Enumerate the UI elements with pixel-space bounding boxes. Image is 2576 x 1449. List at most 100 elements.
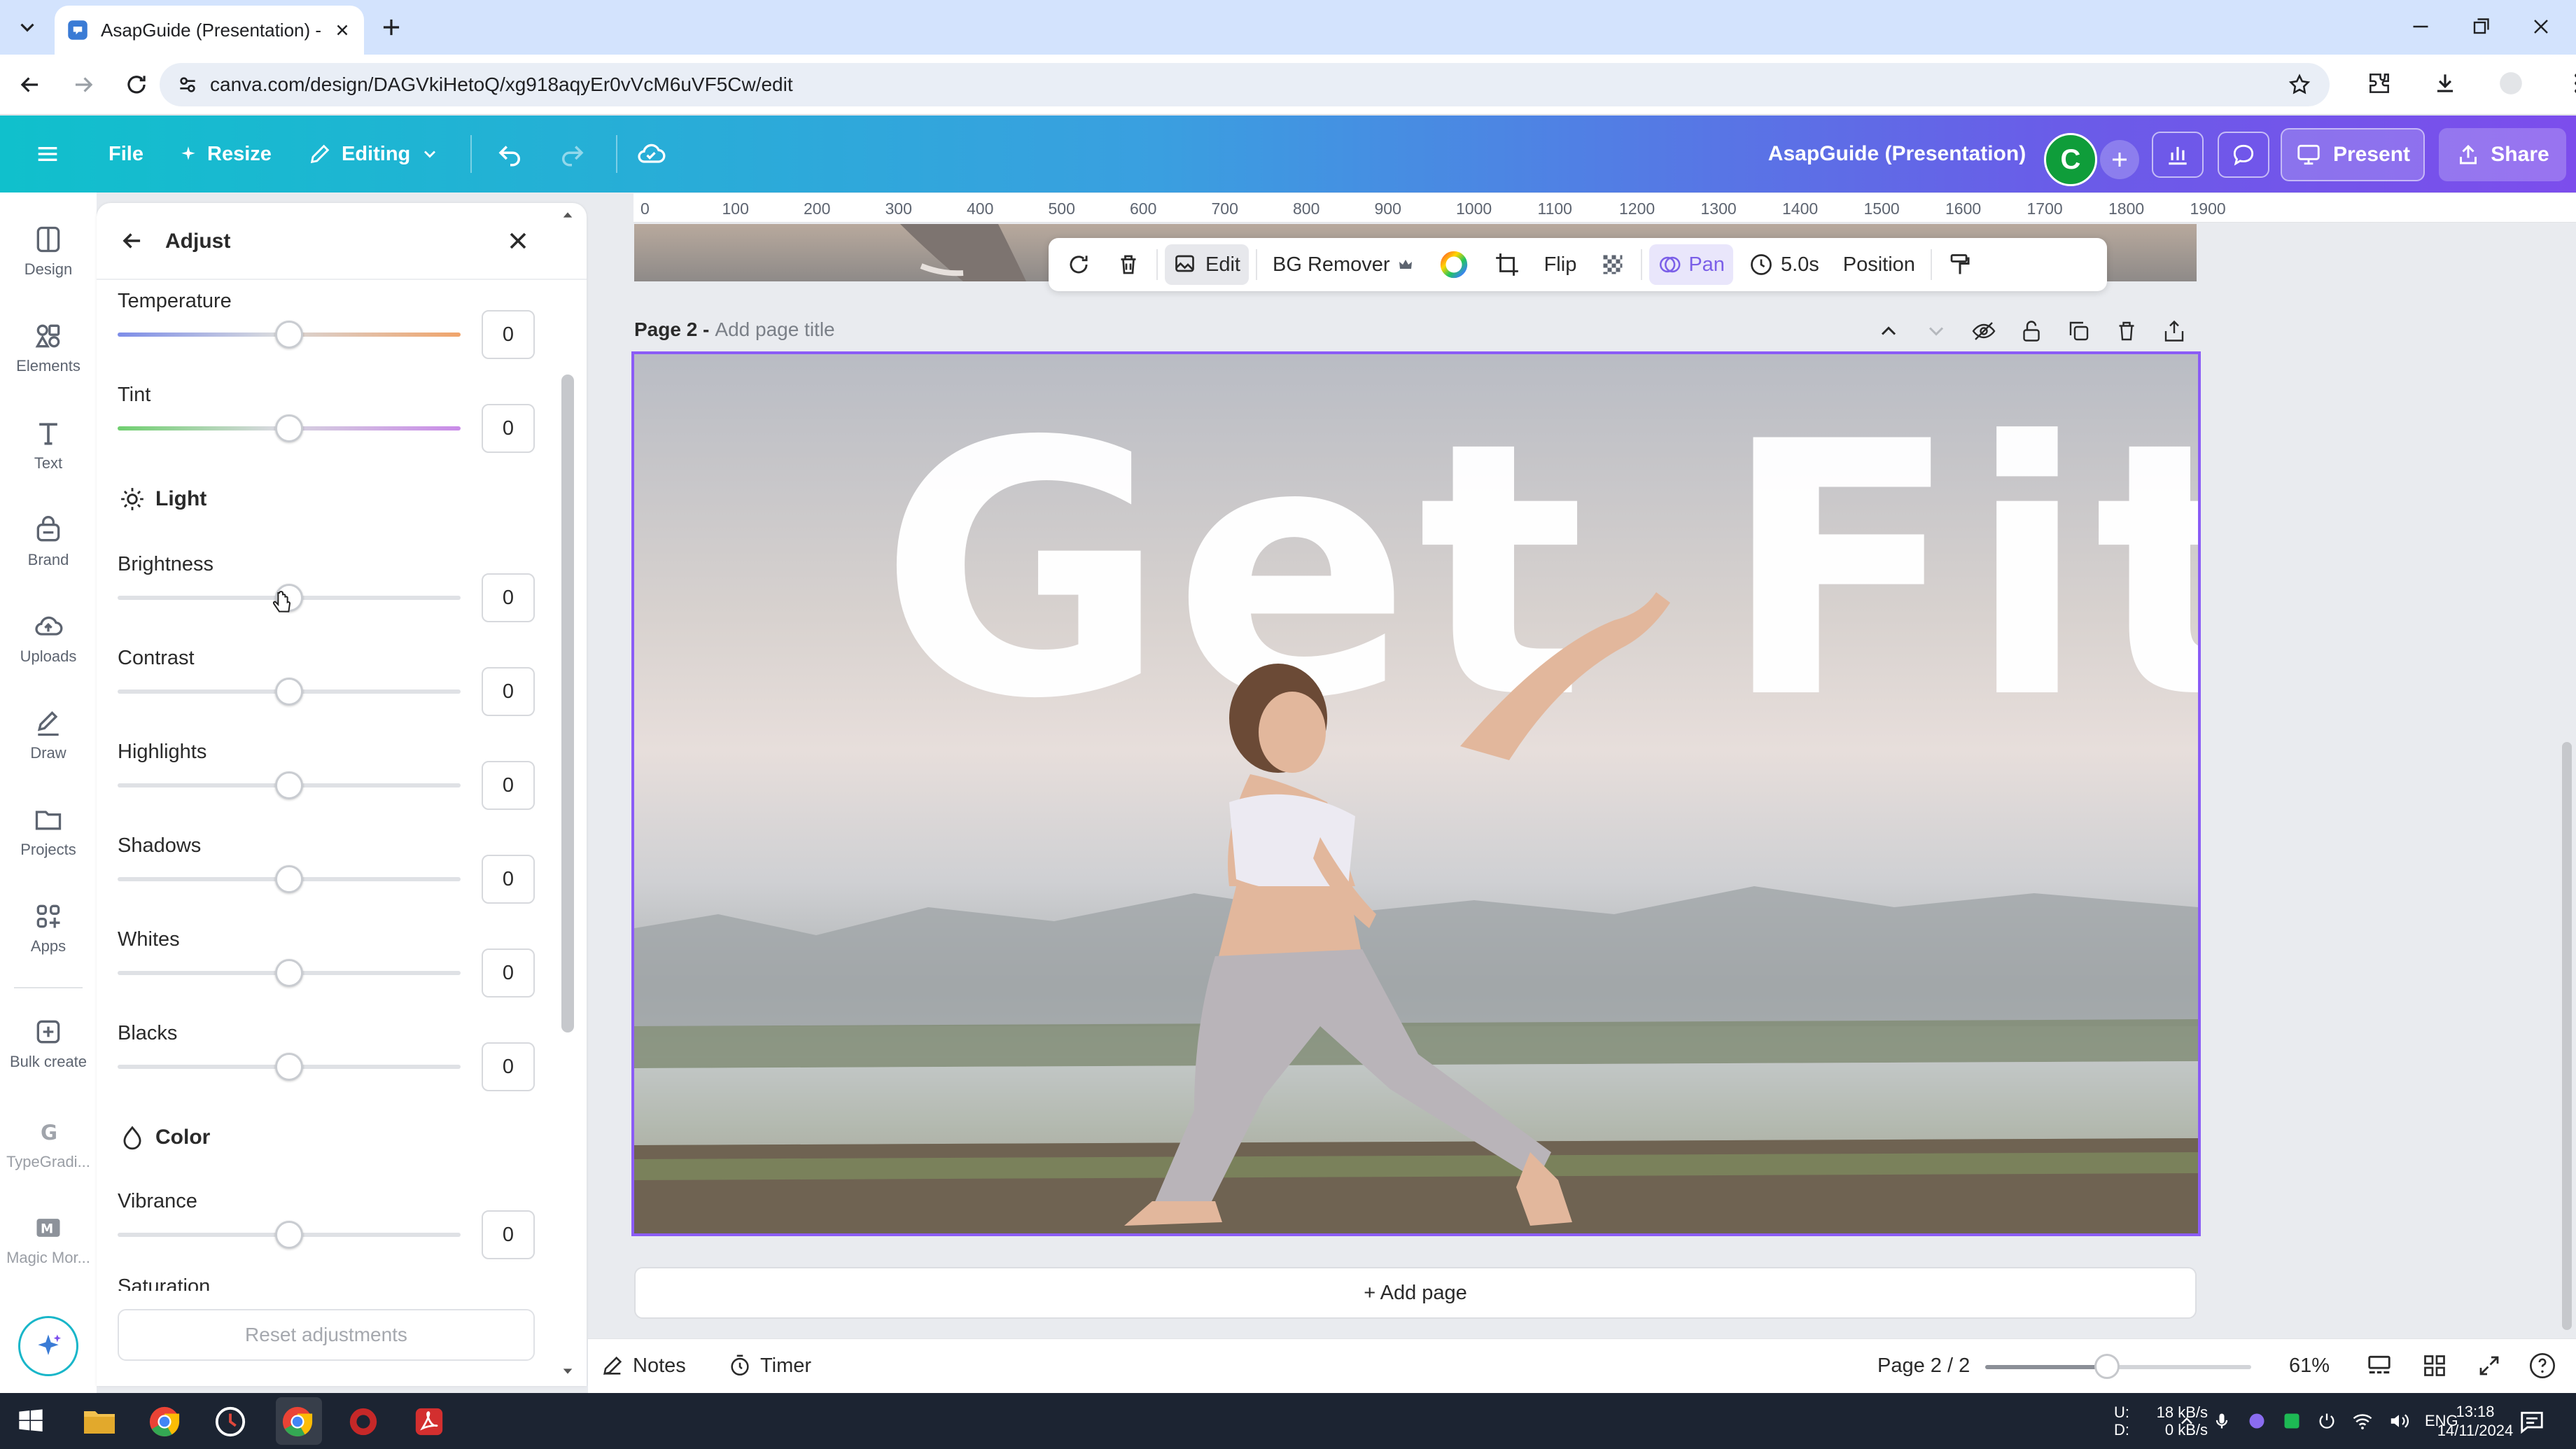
grid-view-button[interactable] [2422, 1338, 2447, 1393]
page-indicator[interactable]: Page 2 / 2 [1877, 1338, 1970, 1393]
page-title-input[interactable]: Add page title [715, 318, 834, 341]
tray-green-app-icon[interactable] [2282, 1411, 2302, 1431]
present-button[interactable]: Present [2281, 128, 2425, 181]
file-menu-button[interactable]: File [108, 115, 144, 192]
minimize-icon[interactable] [2408, 14, 2433, 39]
panel-close-button[interactable] [504, 227, 532, 255]
bg-remover-button[interactable]: BG Remover [1264, 244, 1422, 285]
wifi-icon[interactable] [2352, 1410, 2373, 1432]
slider-handle[interactable] [275, 1053, 303, 1081]
tray-app-icon[interactable] [2247, 1411, 2267, 1431]
reload-icon[interactable] [123, 71, 150, 98]
rail-item-elements[interactable]: Elements [0, 321, 97, 375]
hide-page-button[interactable] [1971, 318, 1996, 344]
rail-item-design[interactable]: Design [0, 224, 97, 279]
slider-handle[interactable] [275, 321, 303, 349]
rail-item-magic-morph[interactable]: M Magic Mor... [0, 1212, 97, 1267]
panel-back-button[interactable] [119, 227, 146, 254]
redo-button[interactable] [557, 115, 587, 192]
delete-button[interactable] [1107, 244, 1149, 285]
rail-item-brand[interactable]: Brand [0, 514, 97, 569]
cloud-save-button[interactable] [636, 115, 666, 192]
invite-button[interactable] [2100, 140, 2139, 179]
panel-scrollbar[interactable] [561, 374, 574, 1032]
clock-app-icon[interactable] [214, 1406, 246, 1438]
restore-icon[interactable] [2468, 14, 2493, 39]
slider-value-input[interactable]: 0 [482, 404, 535, 453]
color-picker-button[interactable] [1429, 244, 1478, 285]
extensions-icon[interactable] [2366, 70, 2393, 97]
notifications-icon[interactable] [2519, 1408, 2545, 1435]
slider-value-input[interactable]: 0 [482, 310, 535, 359]
url-bar[interactable]: canva.com/design/DAGVkiHetoQ/xg918aqyEr0… [160, 63, 2330, 106]
slider-handle[interactable] [275, 959, 303, 987]
scroll-down-icon[interactable] [560, 1365, 575, 1378]
slider-handle[interactable] [275, 678, 303, 706]
windows-start-icon[interactable] [17, 1407, 45, 1435]
slider-value-input[interactable]: 0 [482, 948, 535, 997]
bookmark-star-icon[interactable] [2288, 73, 2311, 97]
resize-button[interactable]: Resize [179, 115, 272, 192]
rail-item-projects[interactable]: Projects [0, 804, 97, 859]
slider-value-input[interactable]: 0 [482, 855, 535, 904]
microphone-icon[interactable] [2212, 1411, 2232, 1431]
forward-icon[interactable] [70, 71, 97, 98]
slider-handle[interactable] [275, 771, 303, 799]
comments-button[interactable] [2218, 132, 2269, 178]
chrome-icon[interactable] [148, 1406, 181, 1438]
site-info-icon[interactable] [176, 74, 199, 96]
replace-button[interactable] [1057, 244, 1100, 285]
zoom-slider-handle[interactable] [2094, 1354, 2120, 1379]
new-tab-icon[interactable] [378, 14, 405, 41]
delete-page-button[interactable] [2114, 318, 2139, 344]
browser-tab[interactable]: AsapGuide (Presentation) - Pre [55, 6, 364, 55]
notes-button[interactable]: Notes [601, 1338, 686, 1393]
duration-button[interactable]: 5.0s [1740, 244, 1828, 285]
volume-icon[interactable] [2388, 1410, 2409, 1432]
reset-adjustments-button[interactable]: Reset adjustments [118, 1309, 535, 1361]
slider-handle[interactable] [275, 414, 303, 442]
flip-button[interactable]: Flip [1536, 244, 1586, 285]
slider-value-input[interactable]: 0 [482, 1210, 535, 1259]
chrome-active-icon[interactable] [281, 1406, 314, 1438]
acrobat-icon[interactable] [413, 1406, 445, 1438]
main-menu-button[interactable] [34, 115, 62, 192]
undo-button[interactable] [496, 115, 525, 192]
tab-close-icon[interactable] [333, 21, 351, 39]
rail-item-bulk-create[interactable]: Bulk create [0, 1016, 97, 1071]
add-page-button[interactable]: + Add page [634, 1267, 2197, 1319]
slider-value-input[interactable]: 0 [482, 667, 535, 716]
pan-button[interactable]: Pan [1649, 244, 1733, 285]
profile-icon[interactable] [2498, 70, 2524, 97]
fullscreen-button[interactable] [2477, 1338, 2502, 1393]
back-icon[interactable] [17, 71, 43, 98]
magic-assistant-button[interactable] [18, 1316, 78, 1376]
tab-search-icon[interactable] [15, 15, 39, 39]
rail-item-typegradient[interactable]: G TypeGradi... [0, 1116, 97, 1171]
add-page-after-button[interactable] [2162, 318, 2187, 344]
help-button[interactable] [2528, 1338, 2556, 1393]
lock-page-button[interactable] [2019, 318, 2044, 344]
design-title[interactable]: AsapGuide (Presentation) [1722, 115, 2072, 192]
downloads-icon[interactable] [2432, 70, 2458, 97]
recorder-icon[interactable] [347, 1406, 379, 1438]
canvas-scrollbar[interactable] [2562, 742, 2572, 1330]
avatar[interactable]: C [2044, 133, 2097, 186]
copy-style-button[interactable] [1939, 244, 1981, 285]
slider-value-input[interactable]: 0 [482, 761, 535, 810]
page-down-button[interactable] [1924, 318, 1949, 344]
timer-button[interactable]: Timer [728, 1338, 811, 1393]
pages-view-button[interactable] [2366, 1338, 2393, 1393]
editing-mode-button[interactable]: Editing [308, 115, 440, 192]
insights-button[interactable] [2152, 132, 2204, 178]
slider-value-input[interactable]: 0 [482, 573, 535, 622]
slider-handle[interactable] [275, 1221, 303, 1249]
crop-button[interactable] [1485, 244, 1529, 285]
slider-handle[interactable] [275, 865, 303, 893]
transparency-button[interactable] [1592, 244, 1634, 285]
rail-item-text[interactable]: Text [0, 418, 97, 472]
tray-chevron-icon[interactable] [2177, 1411, 2197, 1431]
duplicate-page-button[interactable] [2066, 318, 2092, 344]
tray-power-icon[interactable] [2317, 1411, 2337, 1431]
rail-item-apps[interactable]: Apps [0, 901, 97, 955]
